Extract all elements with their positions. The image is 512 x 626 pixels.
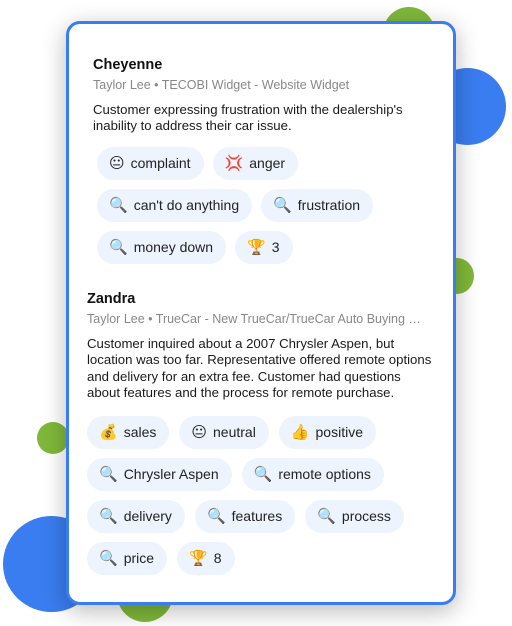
magnifier-icon: 🔍 xyxy=(99,465,118,483)
tag-label: anger xyxy=(249,155,286,172)
stage: Cheyenne Taylor Lee • TECOBI Widget - We… xyxy=(0,0,512,626)
trophy-icon: 🏆 xyxy=(247,238,266,256)
magnifier-icon: 🔍 xyxy=(109,196,128,214)
magnifier-icon: 🔍 xyxy=(253,465,273,483)
tag-label: price xyxy=(123,550,155,567)
contact-name: Cheyenne xyxy=(93,57,163,73)
score-value: 8 xyxy=(213,550,222,567)
conversation-summary: Customer inquired about a 2007 Chrysler … xyxy=(87,336,432,401)
conversation-summary-card: Cheyenne Taylor Lee • TECOBI Widget - We… xyxy=(66,21,456,605)
tag-sales[interactable]: 💰 sales xyxy=(87,415,170,449)
magnifier-icon: 🔍 xyxy=(273,196,292,214)
conversation-entry[interactable]: Cheyenne Taylor Lee • TECOBI Widget - We… xyxy=(93,56,433,264)
tag-positive[interactable]: 👍 positive xyxy=(278,415,376,449)
tag-list: 😐 complaint 💢 anger 🔍 can't do anything 🔍 fr… xyxy=(97,146,433,264)
magnifier-icon: 🔍 xyxy=(99,507,118,525)
tag-label: process xyxy=(341,508,391,525)
tag-neutral[interactable]: 😐 neutral xyxy=(179,415,269,449)
tag-chrysler-aspen[interactable]: 🔍 Chrysler Aspen xyxy=(87,457,232,491)
tag-label: frustration xyxy=(297,197,361,214)
conversation-meta: Taylor Lee • TrueCar - New TrueCar/TrueC… xyxy=(87,312,421,326)
magnifier-icon: 🔍 xyxy=(99,549,118,567)
tag-score[interactable]: 🏆 8 xyxy=(177,541,235,575)
neutral-face-icon: 😐 xyxy=(191,423,208,441)
magnifier-icon: 🔍 xyxy=(317,507,336,525)
tag-process[interactable]: 🔍 process xyxy=(305,499,404,533)
tag-delivery[interactable]: 🔍 delivery xyxy=(87,499,185,533)
decorative-circle xyxy=(37,422,69,454)
tag-remote-options[interactable]: 🔍 remote options xyxy=(241,457,384,491)
tag-label: remote options xyxy=(278,466,371,483)
money-bag-icon: 💰 xyxy=(99,423,118,441)
tag-label: can't do anything xyxy=(133,197,240,214)
conversation-entry[interactable]: Zandra Taylor Lee • TrueCar - New TrueCa… xyxy=(87,290,435,575)
tag-label: neutral xyxy=(213,424,256,441)
tag-score[interactable]: 🏆 3 xyxy=(235,230,293,264)
neutral-face-icon: 😐 xyxy=(109,154,125,172)
tag-cant-do-anything[interactable]: 🔍 can't do anything xyxy=(97,188,253,222)
magnifier-icon: 🔍 xyxy=(206,507,226,525)
anger-symbol-icon: 💢 xyxy=(224,154,244,172)
tag-label: money down xyxy=(133,239,214,256)
tag-label: sales xyxy=(123,424,157,441)
tag-label: complaint xyxy=(130,155,191,172)
tag-label: features xyxy=(231,508,283,525)
thumbs-up-icon: 👍 xyxy=(290,423,310,441)
tag-features[interactable]: 🔍 features xyxy=(194,499,296,533)
trophy-icon: 🏆 xyxy=(189,549,208,567)
tag-label: delivery xyxy=(123,508,172,525)
tag-frustration[interactable]: 🔍 frustration xyxy=(261,188,374,222)
contact-name: Zandra xyxy=(87,291,136,307)
tag-price[interactable]: 🔍 price xyxy=(87,541,168,575)
tag-label: Chrysler Aspen xyxy=(123,466,219,483)
tag-money-down[interactable]: 🔍 money down xyxy=(97,230,227,264)
tag-list: 💰 sales 😐 neutral 👍 positive 🔍 Chrysler Aspe… xyxy=(87,415,435,575)
score-value: 3 xyxy=(271,239,280,256)
magnifier-icon: 🔍 xyxy=(109,238,128,256)
conversation-meta: Taylor Lee • TECOBI Widget - Website Wid… xyxy=(93,78,350,92)
tag-anger[interactable]: 💢 anger xyxy=(212,146,299,180)
tag-label: positive xyxy=(315,424,363,441)
tag-complaint[interactable]: 😐 complaint xyxy=(97,146,204,180)
conversation-summary: Customer expressing frustration with the… xyxy=(93,102,403,134)
